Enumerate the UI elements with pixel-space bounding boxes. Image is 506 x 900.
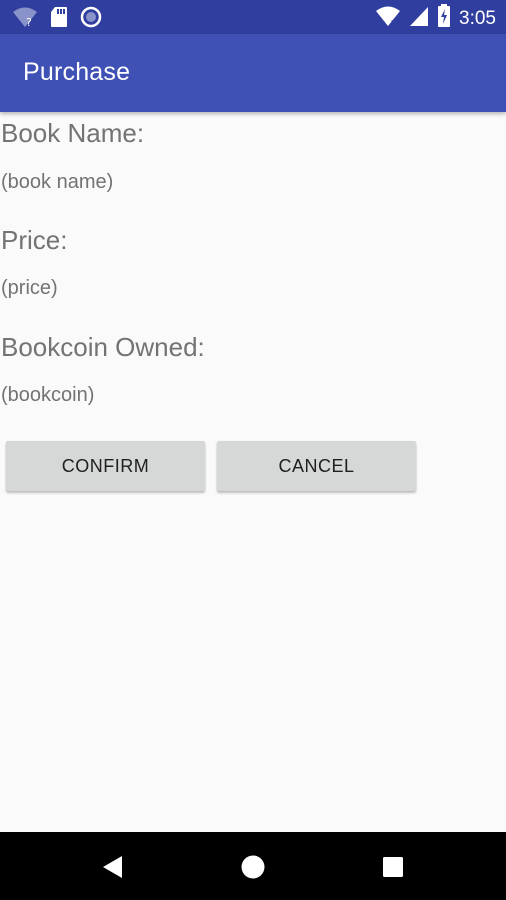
home-icon[interactable] [236, 850, 270, 884]
bookcoin-label: Bookcoin Owned: [1, 332, 205, 362]
svg-text:×: × [390, 18, 398, 27]
confirm-button[interactable]: CONFIRM [6, 441, 205, 491]
bookcoin-value: (bookcoin) [1, 384, 95, 406]
book-name-value: (book name) [1, 171, 114, 193]
status-time: 3:05 [459, 7, 496, 29]
price-value: (price) [1, 277, 58, 299]
sd-card-icon [50, 6, 68, 33]
navigation-bar [0, 832, 506, 900]
circle-notification-icon [80, 6, 102, 33]
book-name-label: Book Name: [1, 118, 145, 148]
status-bar-notifications: ? [12, 5, 102, 34]
cancel-button[interactable]: CANCEL [217, 441, 416, 491]
recents-icon[interactable] [376, 850, 410, 884]
back-icon[interactable] [96, 850, 130, 884]
wifi-icon: × [375, 5, 401, 32]
wifi-question-icon: ? [12, 5, 38, 34]
page-title: Purchase [23, 58, 131, 86]
cell-signal-icon [409, 5, 429, 32]
battery-charging-icon [437, 4, 451, 33]
svg-text:?: ? [26, 16, 32, 29]
price-label: Price: [1, 225, 68, 255]
status-bar: ? × 3:05 [0, 0, 506, 34]
app-bar: Purchase [0, 34, 506, 112]
status-bar-system: × 3:05 [375, 4, 496, 33]
